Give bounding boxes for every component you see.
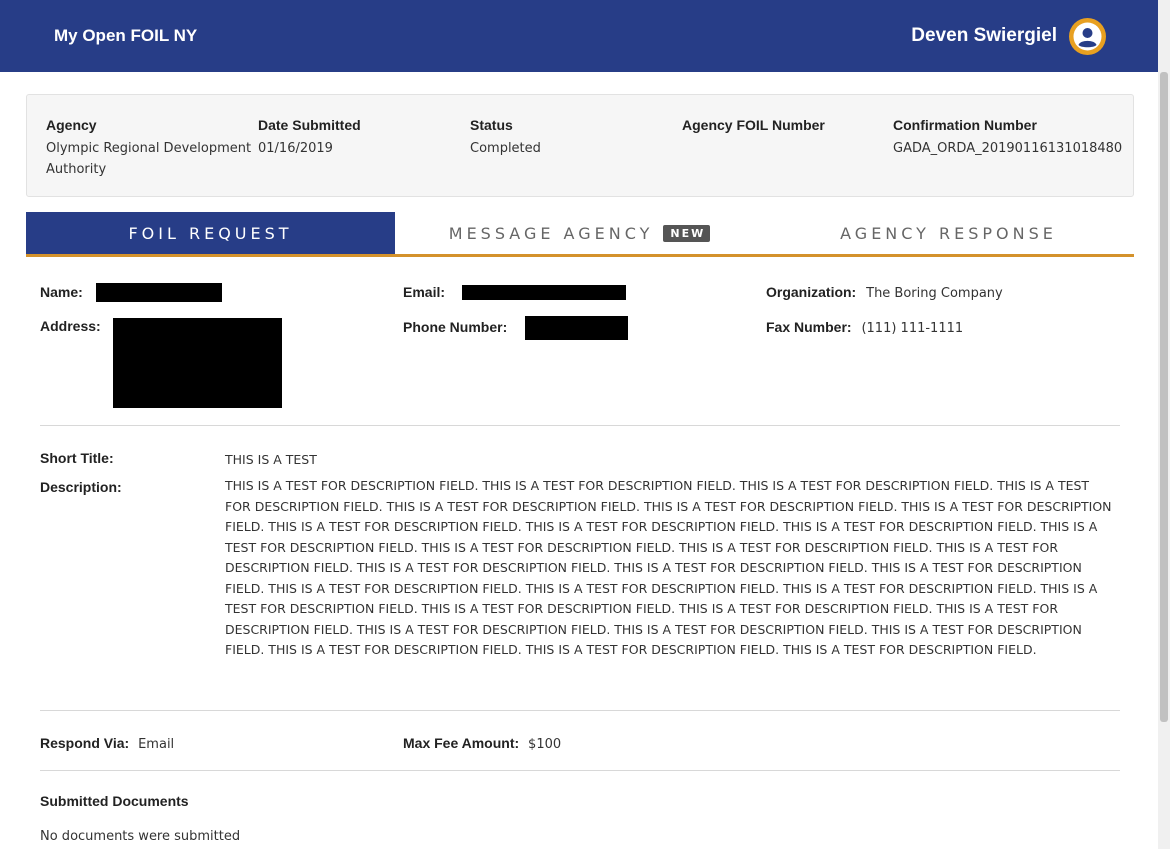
app-title[interactable]: My Open FOIL NY bbox=[54, 26, 197, 46]
fax-field: Fax Number: (111) 111-1111 bbox=[766, 319, 963, 336]
date-submitted-column: Date Submitted 01/16/2019 bbox=[258, 117, 361, 159]
fax-label: Fax Number: bbox=[766, 319, 852, 335]
confirmation-column: Confirmation Number GADA_ORDA_2019011613… bbox=[893, 117, 1122, 159]
tab-label: AGENCY RESPONSE bbox=[840, 223, 1057, 243]
divider bbox=[40, 770, 1120, 771]
tab-foil-request[interactable]: FOIL REQUEST bbox=[26, 212, 395, 254]
request-tabs: FOIL REQUEST MESSAGE AGENCY NEW AGENCY R… bbox=[26, 212, 1134, 257]
max-fee-label: Max Fee Amount: bbox=[403, 735, 520, 751]
tab-label: MESSAGE AGENCY bbox=[448, 223, 654, 243]
redacted-email bbox=[462, 285, 626, 300]
email-field: Email: bbox=[403, 284, 445, 300]
tab-label: FOIL REQUEST bbox=[128, 223, 293, 243]
phone-field: Phone Number: bbox=[403, 319, 507, 335]
redacted-name bbox=[96, 283, 222, 302]
scrollbar[interactable] bbox=[1158, 0, 1170, 849]
redacted-phone bbox=[525, 316, 628, 340]
user-circle-icon[interactable] bbox=[1069, 17, 1106, 55]
scrollbar-thumb[interactable] bbox=[1160, 72, 1168, 722]
new-badge: NEW bbox=[663, 224, 711, 242]
status-column: Status Completed bbox=[470, 117, 541, 159]
submitted-documents-title: Submitted Documents bbox=[40, 793, 189, 809]
short-title-value: THIS IS A TEST bbox=[225, 452, 317, 467]
status-value: Completed bbox=[470, 141, 541, 156]
max-fee-field: Max Fee Amount: $100 bbox=[403, 735, 561, 752]
respond-via-value: Email bbox=[138, 737, 175, 752]
user-menu[interactable]: Deven Swiergiel bbox=[911, 17, 1106, 55]
tab-agency-response[interactable]: AGENCY RESPONSE bbox=[764, 212, 1133, 254]
phone-label: Phone Number: bbox=[403, 319, 508, 335]
organization-field: Organization: The Boring Company bbox=[766, 284, 1003, 301]
description-value: THIS IS A TEST FOR DESCRIPTION FIELD. TH… bbox=[225, 478, 1112, 657]
foil-number-label: Agency FOIL Number bbox=[682, 117, 825, 133]
address-label: Address: bbox=[40, 318, 101, 334]
name-field: Name: bbox=[40, 284, 83, 300]
request-summary-panel: Agency Olympic Regional Development Auth… bbox=[26, 94, 1134, 197]
description-label: Description: bbox=[40, 479, 122, 495]
divider bbox=[40, 425, 1120, 426]
confirmation-label: Confirmation Number bbox=[893, 117, 1037, 133]
status-label: Status bbox=[470, 117, 513, 133]
name-label: Name: bbox=[40, 284, 83, 300]
top-navbar: My Open FOIL NY Deven Swiergiel bbox=[0, 0, 1158, 72]
foil-number-column: Agency FOIL Number bbox=[682, 117, 825, 138]
redacted-address bbox=[113, 318, 282, 408]
short-title-label: Short Title: bbox=[40, 450, 114, 466]
organization-label: Organization: bbox=[766, 284, 857, 300]
address-field: Address: bbox=[40, 318, 101, 334]
email-label: Email: bbox=[403, 284, 446, 300]
max-fee-value: $100 bbox=[528, 737, 562, 752]
user-name[interactable]: Deven Swiergiel bbox=[911, 25, 1057, 47]
confirmation-value: GADA_ORDA_20190116131018480 bbox=[893, 141, 1123, 156]
agency-label: Agency bbox=[46, 117, 97, 133]
agency-column: Agency Olympic Regional Development Auth… bbox=[46, 117, 256, 180]
fax-value: (111) 111-1111 bbox=[861, 321, 964, 336]
divider bbox=[40, 710, 1120, 711]
date-submitted-value: 01/16/2019 bbox=[258, 141, 333, 156]
organization-value: The Boring Company bbox=[866, 286, 1003, 301]
agency-value: Olympic Regional Development Authority bbox=[46, 141, 252, 177]
respond-via-label: Respond Via: bbox=[40, 735, 130, 751]
respond-via-field: Respond Via: Email bbox=[40, 735, 174, 752]
no-documents-text: No documents were submitted bbox=[40, 829, 241, 844]
tab-message-agency[interactable]: MESSAGE AGENCY NEW bbox=[395, 212, 764, 254]
date-submitted-label: Date Submitted bbox=[258, 117, 361, 133]
